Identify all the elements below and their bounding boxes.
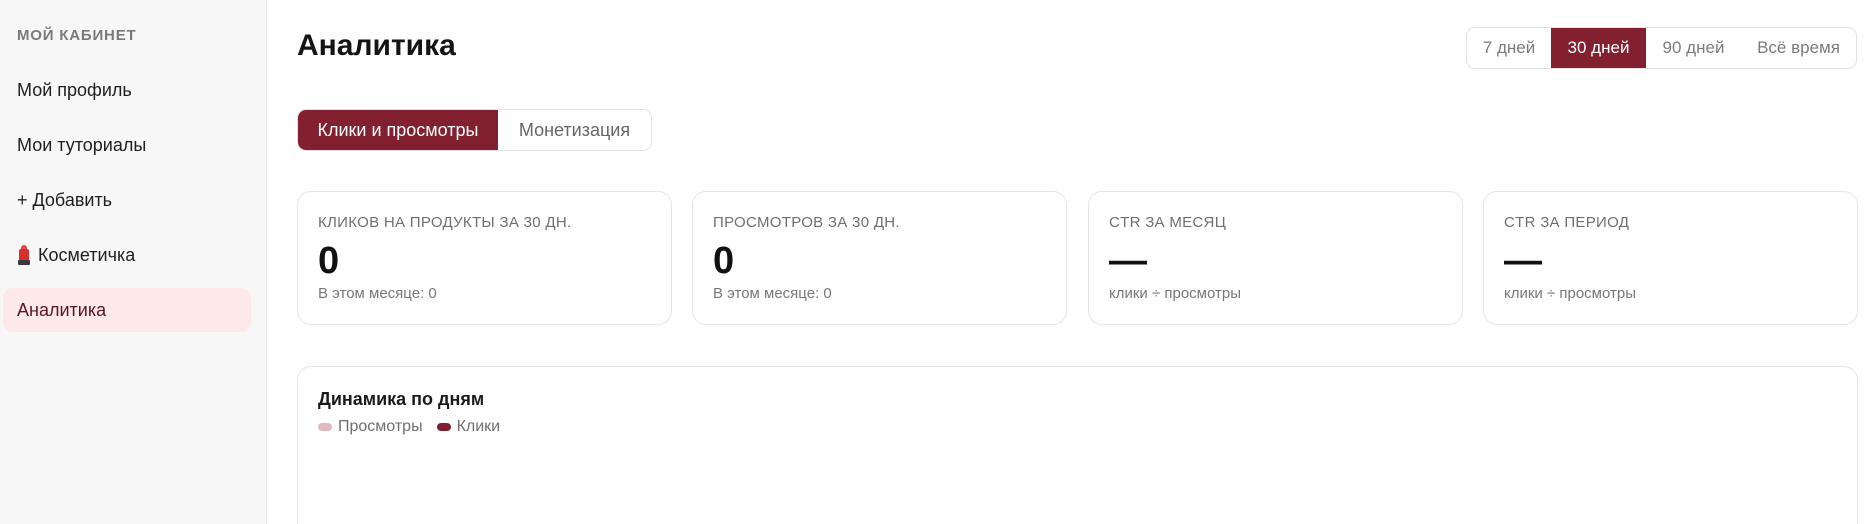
legend-swatch-views: [318, 423, 332, 431]
period-selector: 7 дней 30 дней 90 дней Всё время: [1466, 27, 1857, 69]
stat-label: КЛИКОВ НА ПРОДУКТЫ ЗА 30 ДН.: [318, 214, 572, 231]
stat-value: —: [1504, 240, 1542, 282]
analytics-tabs: Клики и просмотры Монетизация: [297, 109, 652, 151]
sidebar-heading: МОЙ КАБИНЕТ: [17, 27, 137, 44]
chart-title: Динамика по дням: [318, 389, 485, 409]
daily-dynamics-chart: Динамика по дням Просмотры Клики: [297, 366, 1858, 524]
sidebar-item-label: + Добавить: [17, 189, 113, 210]
stat-subtext: клики ÷ просмотры: [1504, 285, 1636, 302]
period-90-days-button[interactable]: 90 дней: [1646, 28, 1741, 68]
sidebar-item-label: Косметичка: [38, 244, 136, 265]
stat-label: CTR ЗА МЕСЯЦ: [1109, 214, 1227, 231]
stat-card-clicks: КЛИКОВ НА ПРОДУКТЫ ЗА 30 ДН. 0 В этом ме…: [297, 191, 672, 325]
period-30-days-button[interactable]: 30 дней: [1551, 28, 1646, 68]
legend-swatch-clicks: [436, 423, 451, 431]
stat-card-ctr-period: CTR ЗА ПЕРИОД — клики ÷ просмотры: [1483, 191, 1858, 325]
sidebar: МОЙ КАБИНЕТ Мой профиль Мои туториалы + …: [0, 0, 267, 524]
chart-legend: Просмотры Клики: [318, 418, 514, 436]
page-title: Аналитика: [297, 29, 456, 62]
stat-value: 0: [318, 240, 340, 282]
stat-label: ПРОСМОТРОВ ЗА 30 ДН.: [713, 214, 900, 231]
sidebar-item-analytics[interactable]: Аналитика: [3, 288, 251, 332]
legend-label: Просмотры: [338, 418, 423, 435]
stat-card-ctr-month: CTR ЗА МЕСЯЦ — клики ÷ просмотры: [1088, 191, 1463, 325]
legend-item-views: Просмотры: [318, 418, 423, 436]
legend-label: Клики: [456, 418, 501, 435]
stat-label: CTR ЗА ПЕРИОД: [1504, 214, 1630, 231]
sidebar-item-profile[interactable]: Мой профиль: [3, 68, 251, 112]
period-all-time-button[interactable]: Всё время: [1741, 28, 1856, 68]
stat-card-views: ПРОСМОТРОВ ЗА 30 ДН. 0 В этом месяце: 0: [692, 191, 1067, 325]
sidebar-item-cosmetic-bag[interactable]: Косметичка: [3, 233, 251, 277]
lipstick-icon: [17, 245, 32, 265]
sidebar-item-add[interactable]: + Добавить: [3, 178, 251, 222]
tab-clicks-views[interactable]: Клики и просмотры: [298, 110, 498, 150]
sidebar-item-label: Аналитика: [17, 299, 107, 320]
tab-monetization[interactable]: Монетизация: [498, 110, 651, 150]
stat-value: —: [1109, 240, 1147, 282]
period-7-days-button[interactable]: 7 дней: [1467, 28, 1551, 68]
sidebar-item-tutorials[interactable]: Мои туториалы: [3, 123, 251, 167]
stat-value: 0: [713, 240, 735, 282]
stat-subtext: В этом месяце: 0: [713, 285, 832, 302]
sidebar-item-label: Мои туториалы: [17, 134, 147, 155]
sidebar-item-label: Мой профиль: [17, 79, 132, 100]
legend-item-clicks: Клики: [436, 418, 501, 436]
stat-subtext: В этом месяце: 0: [318, 285, 437, 302]
stat-subtext: клики ÷ просмотры: [1109, 285, 1241, 302]
